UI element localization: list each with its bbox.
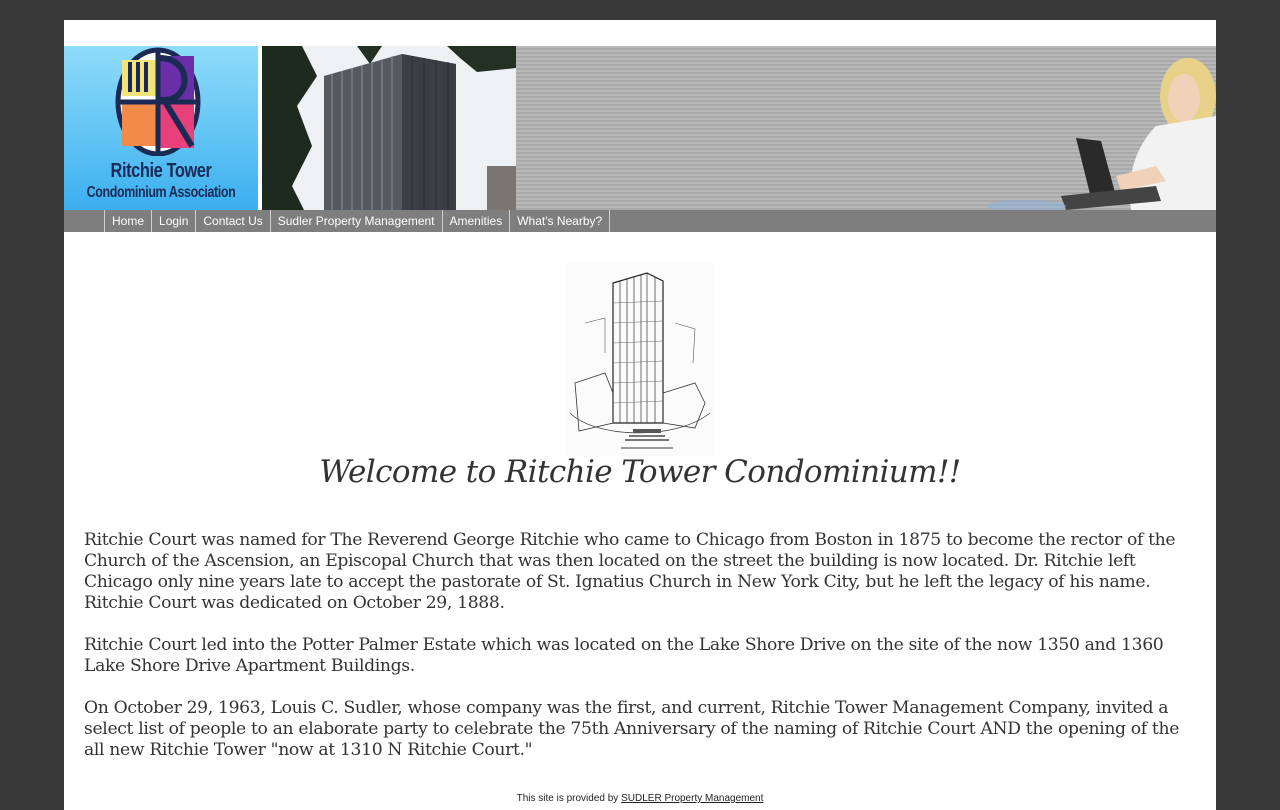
nav-item-sudler-property-management[interactable]: Sudler Property Management (271, 210, 443, 232)
nav-item-contact-us[interactable]: Contact Us (196, 210, 271, 232)
nav-item-amenities[interactable]: Amenities (443, 210, 511, 232)
main-content: Ritchie Court was named for The Reverend… (84, 530, 1199, 782)
main-navigation: Home Login Contact Us Sudler Property Ma… (64, 210, 1216, 232)
logo-subtitle: Condominium Association (86, 184, 236, 201)
tower-photo-icon (262, 46, 516, 210)
page-container: Ritchie Tower Condominium Association Ho… (64, 20, 1216, 810)
woman-laptop-photo-icon (986, 58, 1216, 210)
header-banner: Ritchie Tower Condominium Association (64, 46, 1216, 210)
tower-sketch-image (565, 263, 715, 456)
footer-sudler-link[interactable]: SUDLER Property Management (621, 793, 763, 804)
logo-title: Ritchie Tower (110, 160, 212, 182)
nav-item-home[interactable]: Home (105, 210, 153, 232)
association-logo[interactable]: Ritchie Tower Condominium Association (64, 46, 258, 210)
history-paragraph-3: On October 29, 1963, Louis C. Sudler, wh… (84, 698, 1180, 760)
nav-list: Home Login Contact Us Sudler Property Ma… (104, 210, 611, 232)
nav-item-login[interactable]: Login (152, 210, 197, 232)
building-photo (262, 46, 516, 210)
footer: This site is provided by SUDLER Property… (64, 793, 1216, 804)
nav-item-whats-nearby[interactable]: What's Nearby? (510, 210, 611, 232)
ritchie-r-emblem-icon (115, 47, 201, 156)
history-paragraph-1: Ritchie Court was named for The Reverend… (84, 530, 1176, 613)
page-title: Welcome to Ritchie Tower Condominium!! (319, 454, 961, 490)
header-stripe-panel (516, 46, 1216, 210)
history-paragraph-2: Ritchie Court led into the Potter Palmer… (84, 635, 1164, 676)
tower-sketch-icon (565, 263, 715, 456)
footer-text: This site is provided by (516, 793, 622, 804)
